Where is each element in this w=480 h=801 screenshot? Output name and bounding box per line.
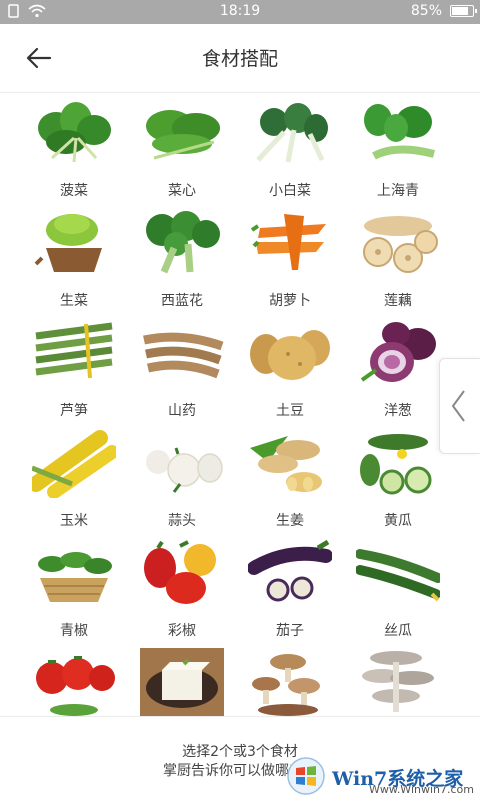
status-icons-right: 85%: [410, 3, 477, 19]
ingredient-label: 洋葱: [384, 403, 412, 419]
tofu-image: [140, 648, 224, 716]
side-drawer-toggle[interactable]: [439, 358, 480, 454]
luffa-image: [356, 549, 440, 602]
watermark-url: Www.Winwin7.com: [368, 783, 474, 796]
ingredient-item-oyster-mushroom[interactable]: [352, 642, 460, 716]
battery-percent: 85%: [410, 3, 442, 19]
ingredient-item-garlic[interactable]: 蒜头: [136, 422, 244, 532]
ingredient-label: 西蓝花: [161, 293, 203, 309]
ingredient-item-spinach[interactable]: 菠菜: [28, 92, 136, 202]
ingredient-item-yam[interactable]: 山药: [136, 312, 244, 422]
ingredient-label: 芦笋: [60, 403, 88, 419]
ingredient-item-potato[interactable]: 土豆: [244, 312, 352, 422]
ingredient-grid: 菠菜 菜心 小白菜 上海青 生菜 西蓝花 胡萝卜 莲藕 芦笋 山药 土豆 洋葱 …: [0, 92, 480, 716]
ingredient-item-choy-sum[interactable]: 菜心: [136, 92, 244, 202]
ingredient-label: 丝瓜: [384, 623, 412, 639]
tomato-image: [36, 656, 115, 716]
watermark-logo: Win7系统之家 Www.Winwin7.com: [280, 756, 476, 796]
ingredient-label: 菜心: [168, 183, 196, 199]
ingredient-item-corn[interactable]: 玉米: [28, 422, 136, 532]
ingredient-item-green-pepper[interactable]: 青椒: [28, 532, 136, 642]
eggplant-image: [248, 539, 332, 602]
ingredient-label: 山药: [168, 403, 196, 419]
ingredient-item-ginger[interactable]: 生姜: [244, 422, 352, 532]
ingredient-item-carrot[interactable]: 胡萝卜: [244, 202, 352, 312]
oyster-mushroom-image: [362, 651, 434, 712]
ginger-image: [250, 436, 322, 492]
green-pepper-image: [38, 552, 112, 602]
ingredient-label: 茄子: [276, 623, 304, 639]
garlic-image: [146, 447, 223, 493]
spinach-image: [38, 102, 111, 163]
ingredient-label: 青椒: [60, 623, 88, 639]
ingredient-item-eggplant[interactable]: 茄子: [244, 532, 352, 642]
bok-choy-image: [256, 103, 328, 163]
ingredient-label: 生姜: [276, 513, 304, 529]
potato-image: [250, 330, 330, 380]
cucumber-image: [360, 434, 432, 495]
ingredient-label: 菠菜: [60, 183, 88, 199]
ingredient-label: 黄瓜: [384, 513, 412, 529]
ingredient-label: 生菜: [60, 293, 88, 309]
ingredient-item-bok-choy[interactable]: 小白菜: [244, 92, 352, 202]
onion-image: [360, 322, 436, 382]
mushroom-image: [252, 654, 320, 716]
ingredient-item-lettuce[interactable]: 生菜: [28, 202, 136, 312]
ingredient-label: 胡萝卜: [269, 293, 311, 309]
battery-icon: [450, 5, 477, 17]
ingredient-item-tofu[interactable]: [136, 642, 244, 716]
ingredient-label: 土豆: [276, 403, 304, 419]
ingredient-item-asparagus[interactable]: 芦笋: [28, 312, 136, 422]
page-title: 食材搭配: [201, 48, 278, 70]
yam-image: [143, 332, 224, 379]
ingredient-label: 莲藕: [384, 293, 412, 309]
status-time: 18:19: [219, 3, 261, 19]
bell-pepper-image: [144, 540, 216, 604]
ingredient-label: 小白菜: [269, 183, 311, 199]
windows-logo-icon: [287, 757, 325, 795]
ingredient-item-lotus-root[interactable]: 莲藕: [352, 202, 460, 312]
ingredient-label: 上海青: [377, 183, 419, 199]
asparagus-image: [35, 322, 113, 379]
ingredient-item-shanghai-green[interactable]: 上海青: [352, 92, 460, 202]
ingredient-label: 玉米: [60, 513, 88, 529]
choy-sum-image: [146, 110, 220, 160]
ingredient-item-mushroom[interactable]: [244, 642, 352, 716]
ingredient-item-luffa[interactable]: 丝瓜: [352, 532, 460, 642]
ingredient-item-bell-pepper[interactable]: 彩椒: [136, 532, 244, 642]
ingredient-label: 彩椒: [168, 623, 196, 639]
status-bar: 18:19 85%: [0, 0, 480, 24]
broccoli-image: [146, 211, 220, 274]
lettuce-image: [34, 214, 102, 272]
lotus-root-image: [363, 216, 438, 273]
header: 食材搭配: [0, 24, 480, 93]
carrot-image: [250, 214, 326, 270]
ingredient-item-broccoli[interactable]: 西蓝花: [136, 202, 244, 312]
ingredient-item-tomato[interactable]: [28, 642, 136, 716]
shanghai-green-image: [364, 104, 436, 160]
chevron-left-icon: [451, 390, 465, 422]
ingredient-label: 蒜头: [168, 513, 196, 529]
corn-image: [32, 430, 116, 498]
